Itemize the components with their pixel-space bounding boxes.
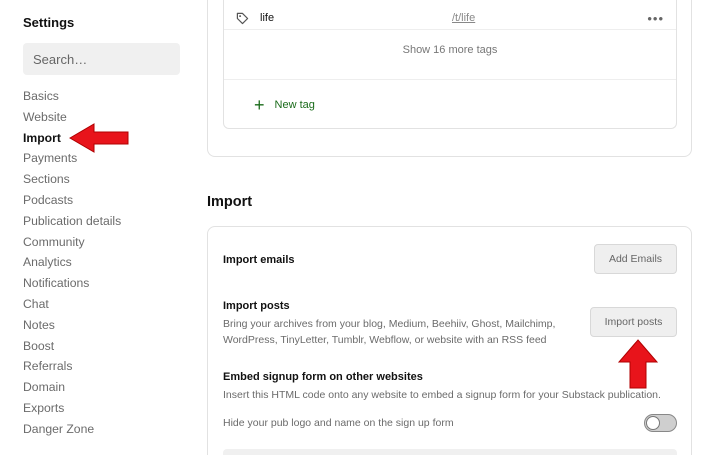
settings-sidebar: Settings BasicsWebsiteImportPaymentsSect… [0,0,200,455]
sidebar-item-boost[interactable]: Boost [23,336,121,357]
sidebar-item-exports[interactable]: Exports [23,398,121,419]
embed-signup-title: Embed signup form on other websites [223,371,423,383]
import-emails-title: Import emails [223,254,295,266]
tag-row[interactable]: life /t/life ••• [224,0,676,30]
add-emails-button[interactable]: Add Emails [594,244,677,274]
plus-icon: + [254,95,265,115]
import-section-heading: Import [207,194,253,210]
search-input[interactable] [23,43,180,75]
tags-card: life /t/life ••• Show 16 more tags + New… [207,0,692,157]
annotation-arrow-up-icon [617,339,659,389]
import-posts-description: Bring your archives from your blog, Medi… [223,318,556,346]
hide-logo-toggle[interactable] [644,414,677,432]
tags-list: life /t/life ••• Show 16 more tags + New… [223,0,677,129]
sidebar-item-publication-details[interactable]: Publication details [23,211,121,232]
annotation-arrow-left-icon [69,123,129,153]
sidebar-item-chat[interactable]: Chat [23,294,121,315]
more-options-icon[interactable]: ••• [647,11,664,26]
toggle-knob [646,416,660,430]
sidebar-item-analytics[interactable]: Analytics [23,252,121,273]
new-tag-button[interactable]: + New tag [254,90,315,120]
sidebar-item-domain[interactable]: Domain [23,377,121,398]
sidebar-item-danger-zone[interactable]: Danger Zone [23,419,121,440]
sidebar-item-notes[interactable]: Notes [23,315,121,336]
import-posts-title: Import posts [223,300,290,312]
sidebar-item-community[interactable]: Community [23,232,121,253]
sidebar-item-podcasts[interactable]: Podcasts [23,190,121,211]
sidebar-item-notifications[interactable]: Notifications [23,273,121,294]
new-tag-label: New tag [274,99,315,111]
import-posts-button[interactable]: Import posts [590,307,677,337]
hide-logo-label: Hide your pub logo and name on the sign … [223,417,454,429]
sidebar-item-sections[interactable]: Sections [23,169,121,190]
tag-url-link[interactable]: /t/life [452,12,475,24]
sidebar-title: Settings [23,15,75,30]
embed-signup-description: Insert this HTML code onto any website t… [223,389,661,401]
tag-name: life [260,12,275,24]
show-more-tags-button[interactable]: Show 16 more tags [224,30,676,80]
embed-code-field[interactable] [223,449,677,455]
sidebar-item-referrals[interactable]: Referrals [23,356,121,377]
sidebar-item-basics[interactable]: Basics [23,86,121,107]
tag-icon [236,12,249,25]
